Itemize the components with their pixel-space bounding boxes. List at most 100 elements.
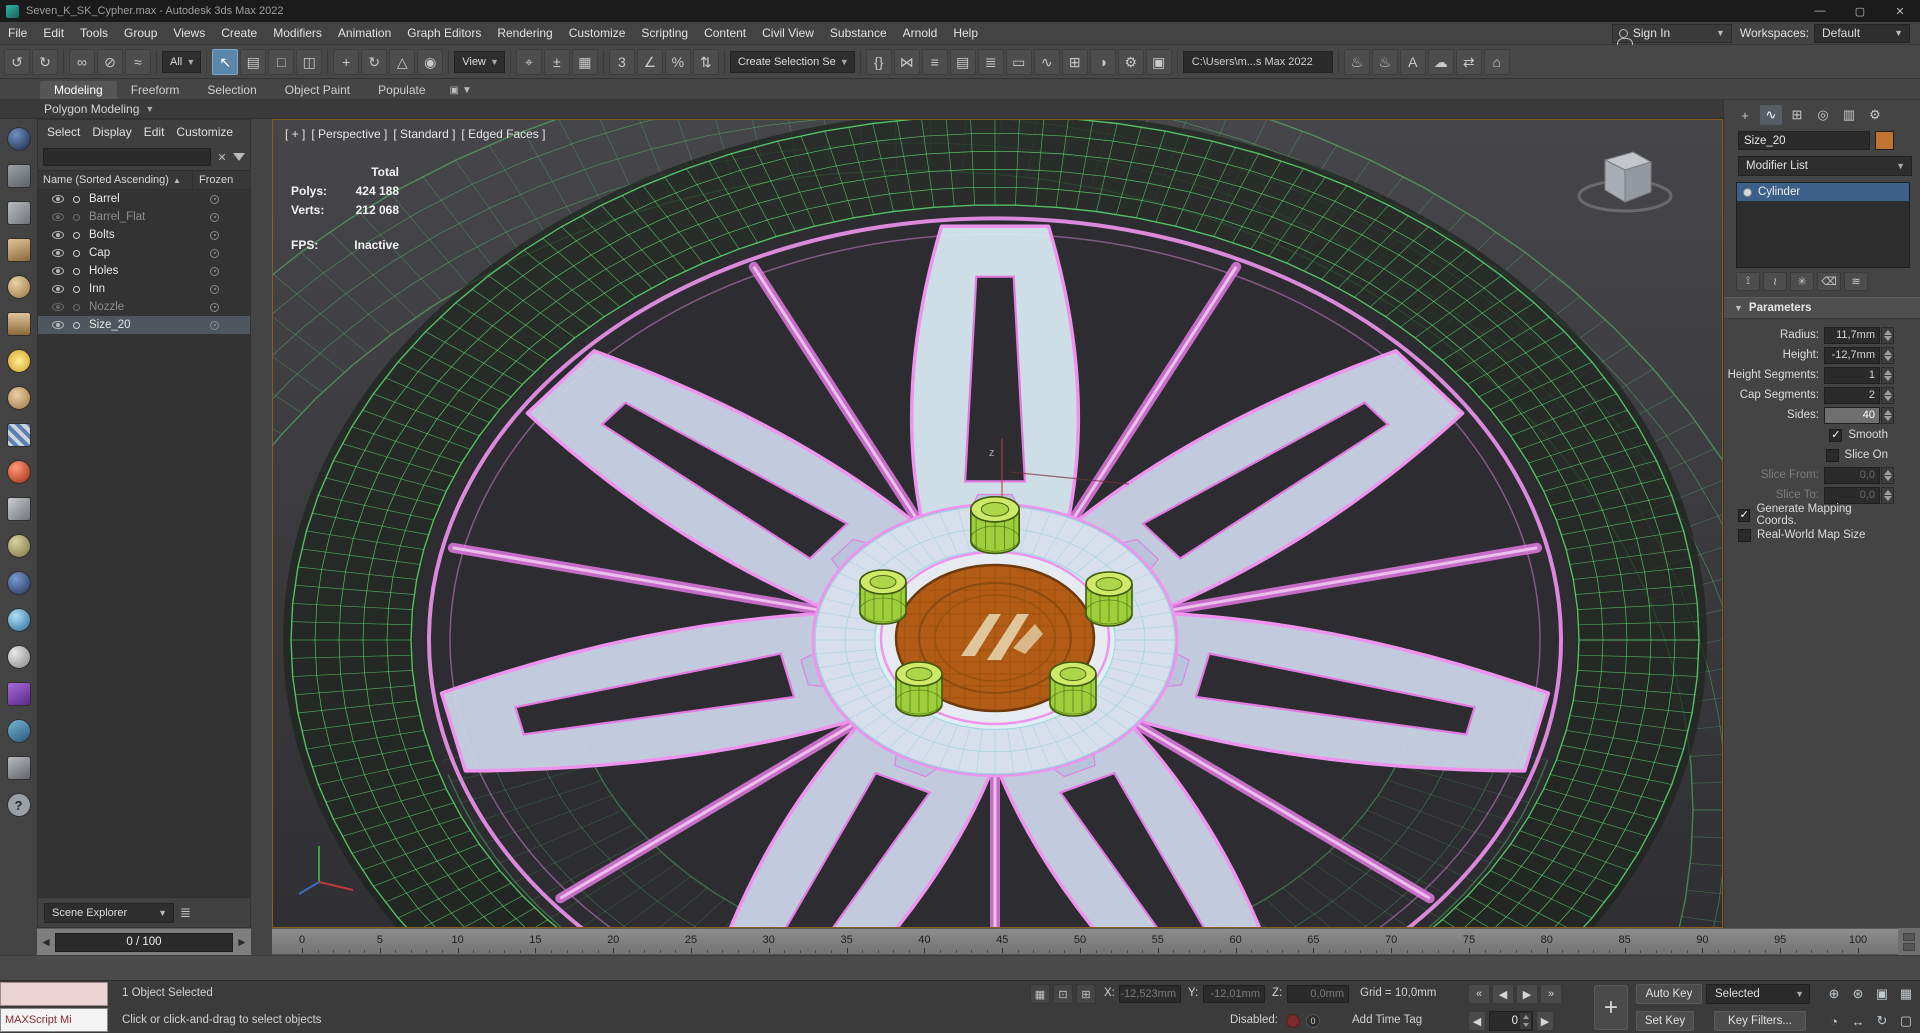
spinner-control[interactable] xyxy=(1881,486,1894,504)
key-selection-dropdown[interactable]: Selected ▼ xyxy=(1706,984,1810,1004)
redo-icon[interactable]: ↻ xyxy=(32,48,58,75)
toggle-layer-explorer-icon[interactable]: ≣ xyxy=(977,48,1004,75)
particle-tool-icon[interactable] xyxy=(6,645,31,669)
param-value-field[interactable]: 1 xyxy=(1824,366,1880,384)
sphere-tool-icon[interactable] xyxy=(6,534,31,558)
param-value-field[interactable]: 40 xyxy=(1824,406,1880,424)
checkbox[interactable]: ✓ xyxy=(1829,428,1843,442)
menu-civil-view[interactable]: Civil View xyxy=(754,22,822,44)
undo-icon[interactable]: ↺ xyxy=(4,48,30,75)
object-color-swatch[interactable] xyxy=(1875,131,1894,150)
explorer-type-dropdown[interactable]: Scene Explorer ▼ xyxy=(44,902,174,923)
toggle-ribbon-icon[interactable]: ▭ xyxy=(1005,48,1032,75)
spinner-control[interactable] xyxy=(1881,466,1894,484)
workspace-dropdown[interactable]: Default ▼ xyxy=(1814,23,1910,43)
zoom-all-icon[interactable]: ⊛ xyxy=(1848,984,1868,1004)
box-primitive-icon[interactable] xyxy=(6,238,31,262)
spinner-up-icon[interactable] xyxy=(1883,469,1892,475)
time-slider-field[interactable]: 0 / 100 xyxy=(55,932,233,952)
spinner-down-icon[interactable] xyxy=(1883,335,1892,341)
z-coord-field[interactable]: 0,0mm xyxy=(1287,985,1349,1003)
show-end-result-icon[interactable]: ≀ xyxy=(1763,272,1787,291)
spinner-down-icon[interactable] xyxy=(1883,395,1892,401)
select-and-rotate-icon[interactable]: ↻ xyxy=(361,48,388,75)
camera-tool-icon[interactable] xyxy=(6,719,31,743)
param-value-field[interactable]: 0,0 xyxy=(1824,486,1880,504)
visibility-eye-icon[interactable] xyxy=(52,195,64,203)
percent-snap-icon[interactable]: % xyxy=(664,48,691,75)
frozen-toggle-icon[interactable] xyxy=(210,230,219,240)
frozen-toggle-icon[interactable] xyxy=(210,266,219,276)
display-tab-icon[interactable]: ▥ xyxy=(1838,105,1860,125)
maximize-icon[interactable]: ▢ xyxy=(1840,0,1880,22)
spinner-up-icon[interactable] xyxy=(1883,389,1892,395)
scene-explorer-column-header[interactable]: Name (Sorted Ascending) ▲ Frozen xyxy=(38,170,250,190)
viewport-menu-general[interactable]: [ + ] xyxy=(285,127,305,141)
orbit-icon[interactable]: ↻ xyxy=(1872,1011,1892,1031)
visibility-eye-icon[interactable] xyxy=(52,231,64,239)
go-to-start-icon[interactable]: « xyxy=(1468,984,1490,1004)
menu-views[interactable]: Views xyxy=(165,22,213,44)
param-value-field[interactable]: 0,0 xyxy=(1824,466,1880,484)
project-folder-field[interactable]: C:\Users\m...s Max 2022 xyxy=(1182,50,1333,73)
utilities-tab-icon[interactable]: ⚙ xyxy=(1864,105,1886,125)
track-bar-keys-area[interactable] xyxy=(0,955,1920,980)
param-value-field[interactable]: 2 xyxy=(1824,386,1880,404)
texture-tool-icon[interactable] xyxy=(6,682,31,706)
spinner-snap-icon[interactable]: ⇅ xyxy=(692,48,719,75)
render-production-icon[interactable]: ♨ xyxy=(1343,48,1370,75)
ribbon-tab-object-paint[interactable]: Object Paint xyxy=(271,81,364,99)
checkbox[interactable] xyxy=(1738,528,1751,542)
viewport-menu-shading[interactable]: [ Edged Faces ] xyxy=(461,127,545,141)
ribbon-tab-modeling[interactable]: Modeling xyxy=(40,81,117,99)
material-editor-icon[interactable]: ◑ xyxy=(1089,48,1116,75)
axe-tool-icon[interactable] xyxy=(6,497,31,521)
zoom-icon[interactable]: ⊕ xyxy=(1824,984,1844,1004)
pan-icon[interactable]: ↔ xyxy=(1848,1011,1868,1031)
make-unique-icon[interactable]: ✳ xyxy=(1790,272,1814,291)
frozen-toggle-icon[interactable] xyxy=(210,320,219,330)
zoom-extents-icon[interactable]: ▣ xyxy=(1872,984,1892,1004)
teapot-primitive-icon[interactable] xyxy=(6,386,31,410)
y-coord-field[interactable]: -12,01mm xyxy=(1203,985,1265,1003)
object-name-field[interactable] xyxy=(1738,131,1870,150)
spinner-down-icon[interactable] xyxy=(1883,475,1892,481)
curve-editor-icon[interactable]: ∿ xyxy=(1033,48,1060,75)
menu-tools[interactable]: Tools xyxy=(72,22,116,44)
table-row[interactable]: Size_20 xyxy=(38,316,250,334)
spinner-up-icon[interactable] xyxy=(1883,489,1892,495)
sign-in-button[interactable]: Sign In ▼ xyxy=(1611,23,1732,45)
set-keys-plus-icon[interactable]: + xyxy=(1594,985,1628,1030)
use-pivot-center-icon[interactable]: ⌖ xyxy=(515,48,542,75)
param-value-field[interactable]: 11,7mm xyxy=(1824,326,1880,344)
previous-key-icon[interactable]: ◀ xyxy=(1468,1011,1486,1031)
visibility-eye-icon[interactable] xyxy=(52,213,64,221)
render-setup-icon[interactable]: ⚙ xyxy=(1117,48,1144,75)
key-filters-button[interactable]: Key Filters... xyxy=(1714,1011,1806,1031)
select-and-scale-icon[interactable]: △ xyxy=(389,48,416,75)
configure-modifier-sets-icon[interactable]: ≋ xyxy=(1844,272,1868,291)
scene-converter-icon[interactable]: ⇄ xyxy=(1455,48,1482,75)
filter-icon[interactable] xyxy=(233,153,245,161)
keyboard-shortcut-override-icon[interactable]: ▦ xyxy=(571,48,598,75)
menu-scripting[interactable]: Scripting xyxy=(633,22,696,44)
frozen-toggle-icon[interactable] xyxy=(210,248,219,258)
next-frame-arrow-icon[interactable]: ► xyxy=(233,929,251,955)
table-row[interactable]: Nozzle xyxy=(38,298,250,316)
modifier-stack-entry[interactable]: Cylinder xyxy=(1737,183,1909,201)
select-and-manipulate-icon[interactable]: ± xyxy=(543,48,570,75)
maxscript-mini-listener[interactable] xyxy=(0,982,108,1006)
name-column-header[interactable]: Name (Sorted Ascending) xyxy=(43,174,169,186)
rect-selection-region-icon[interactable]: □ xyxy=(268,48,295,75)
bind-to-space-warp-icon[interactable]: ≈ xyxy=(125,48,151,75)
spinner-up-icon[interactable] xyxy=(1883,349,1892,355)
edit-named-selections-icon[interactable]: {} xyxy=(865,48,892,75)
ribbon-tab-populate[interactable]: Populate xyxy=(364,81,439,99)
material-ball-icon[interactable] xyxy=(6,460,31,484)
motion-tab-icon[interactable]: ◎ xyxy=(1812,105,1834,125)
menu-graph-editors[interactable]: Graph Editors xyxy=(399,22,489,44)
current-frame-field[interactable]: 0 xyxy=(1489,1011,1533,1031)
previous-frame-icon[interactable]: ◀ xyxy=(1492,984,1514,1004)
spinner-control[interactable] xyxy=(1881,326,1894,344)
cloud-render-icon[interactable]: ☁ xyxy=(1427,48,1454,75)
